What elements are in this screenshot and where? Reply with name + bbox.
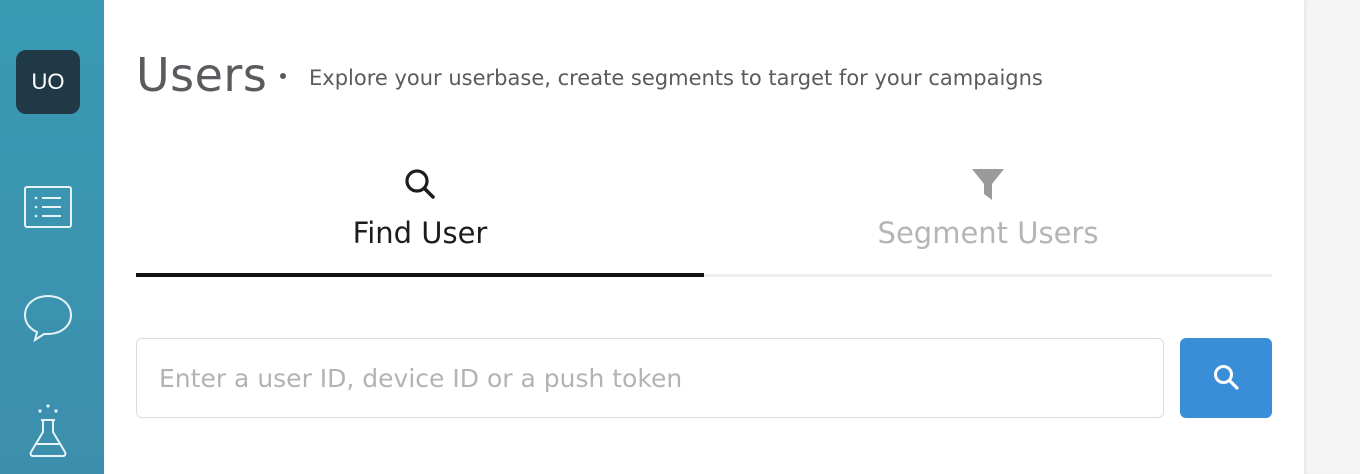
tab-divider [704,274,1272,277]
active-tab-indicator [136,273,704,277]
search-icon [402,166,438,202]
sidebar: UO [0,0,104,474]
tab-find-user[interactable]: Find User [136,160,704,278]
tab-find-user-label: Find User [352,216,488,250]
chat-bubble-icon [22,293,74,348]
filter-icon [970,166,1006,202]
tab-segment-users-label: Segment Users [877,216,1099,250]
main-content: Users Explore your userbase, create segm… [104,0,1304,474]
right-gutter [1304,0,1360,474]
search-icon [1211,362,1241,395]
page-subtitle: Explore your userbase, create segments t… [309,66,1043,90]
list-icon [23,185,73,234]
avatar-initials: UO [31,69,65,94]
title-separator-dot [280,73,286,79]
user-avatar[interactable]: UO [16,50,80,114]
search-button[interactable] [1180,338,1272,418]
tab-bar: Find User Segment Users [136,160,1272,278]
user-search-input[interactable] [136,338,1164,418]
sidebar-item-experiments[interactable] [22,403,74,458]
sidebar-item-list[interactable] [22,183,74,235]
flask-icon [26,402,70,463]
tab-segment-users[interactable]: Segment Users [704,160,1272,278]
page-title: Users [136,48,268,102]
sidebar-item-messages[interactable] [22,294,74,346]
